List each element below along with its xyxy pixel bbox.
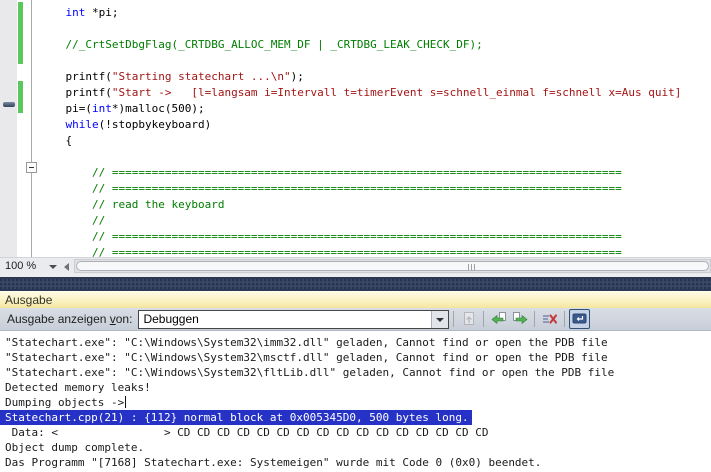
breakpoint-margin[interactable] [0, 0, 17, 257]
word-wrap-icon [572, 311, 588, 327]
next-message-icon [512, 311, 528, 327]
code-line[interactable]: //_CrtSetDbgFlag(_CRTDBG_ALLOC_MEM_DF | … [39, 37, 711, 53]
pane-splitter[interactable] [0, 274, 711, 291]
chevron-down-icon [436, 318, 444, 322]
output-line[interactable]: "Statechart.exe": "C:\Windows\System32\f… [0, 365, 711, 380]
output-line[interactable]: Detected memory leaks! [0, 380, 711, 395]
bookmark-icon [3, 102, 15, 107]
scrollbar-grip-icon [468, 264, 476, 270]
show-output-from-label: Ausgabe anzeigen von: [7, 312, 132, 326]
zoom-level-selector[interactable]: 100 % [0, 258, 60, 274]
code-line[interactable]: while(!stopbykeyboard) [39, 117, 711, 133]
output-lines[interactable]: "Statechart.exe": "C:\Windows\System32\i… [0, 331, 711, 472]
code-line[interactable]: printf("Starting statechart ...\n"); [39, 69, 711, 85]
code-line[interactable] [39, 21, 711, 37]
output-source-combobox[interactable]: Debuggen [138, 310, 449, 329]
code-line[interactable]: // =====================================… [39, 181, 711, 197]
change-tracking-bar [18, 81, 23, 113]
output-line[interactable]: Dumping objects -> [0, 395, 711, 410]
toolbar-separator [483, 311, 484, 327]
code-editor[interactable]: int *pi; //_CrtSetDbgFlag(_CRTDBG_ALLOC_… [0, 0, 711, 257]
previous-message-button[interactable] [488, 309, 509, 329]
output-window: Ausgabe Ausgabe anzeigen von: Debuggen [0, 291, 711, 472]
output-title-bar[interactable]: Ausgabe [0, 291, 711, 308]
combo-dropdown-button[interactable] [431, 311, 448, 328]
toggle-word-wrap-button[interactable] [569, 309, 590, 329]
code-lines[interactable]: int *pi; //_CrtSetDbgFlag(_CRTDBG_ALLOC_… [33, 0, 711, 257]
editor-bottom-bar: 100 % [0, 257, 711, 274]
code-line[interactable]: // read the keyboard [39, 197, 711, 213]
output-line[interactable]: Object dump complete. [0, 440, 711, 455]
code-line[interactable]: int *pi; [39, 5, 711, 21]
chevron-down-icon [49, 265, 57, 269]
scrollbar-thumb[interactable] [76, 261, 709, 271]
clear-all-icon [542, 311, 558, 327]
output-line[interactable]: "Statechart.exe": "C:\Windows\System32\m… [0, 350, 711, 365]
toolbar-separator [564, 311, 565, 327]
toolbar-separator [453, 311, 454, 327]
toolbar-separator [534, 311, 535, 327]
text-cursor [125, 396, 126, 408]
output-toolbar: Ausgabe anzeigen von: Debuggen [0, 308, 711, 331]
code-line[interactable]: // =====================================… [39, 229, 711, 245]
code-line[interactable]: // =====================================… [39, 245, 711, 257]
find-message-in-code-icon [461, 311, 477, 327]
code-line[interactable]: printf("Start -> [l=langsam i=Intervall … [39, 85, 711, 101]
clear-all-button[interactable] [539, 309, 560, 329]
zoom-level-value: 100 % [5, 260, 36, 272]
splitter-texture [0, 277, 711, 291]
code-line[interactable]: { [39, 133, 711, 149]
ide-window: int *pi; //_CrtSetDbgFlag(_CRTDBG_ALLOC_… [0, 0, 711, 472]
code-line[interactable]: // =====================================… [39, 165, 711, 181]
arrow-left-icon [64, 263, 69, 271]
output-line[interactable]: Data: < > CD CD CD CD CD CD CD CD CD CD … [0, 425, 711, 440]
output-title-label: Ausgabe [5, 293, 52, 307]
output-line-selected[interactable]: Statechart.cpp(21) : {112} normal block … [0, 410, 472, 425]
next-message-button[interactable] [509, 309, 530, 329]
code-line[interactable] [39, 53, 711, 69]
code-line[interactable]: pi=(int*)malloc(500); [39, 101, 711, 117]
output-source-value: Debuggen [139, 312, 198, 326]
change-tracking-bar [18, 2, 23, 64]
output-line[interactable]: "Statechart.exe": "C:\Windows\System32\i… [0, 335, 711, 350]
outline-margin-line [31, 0, 32, 257]
code-line[interactable] [39, 149, 711, 165]
code-line[interactable]: // [39, 213, 711, 229]
find-message-in-code-button [458, 309, 479, 329]
scroll-left-button[interactable] [62, 262, 71, 271]
output-line[interactable]: Das Programm "[7168] Statechart.exe: Sys… [0, 455, 711, 470]
previous-message-icon [491, 311, 507, 327]
horizontal-scrollbar[interactable] [74, 259, 711, 273]
